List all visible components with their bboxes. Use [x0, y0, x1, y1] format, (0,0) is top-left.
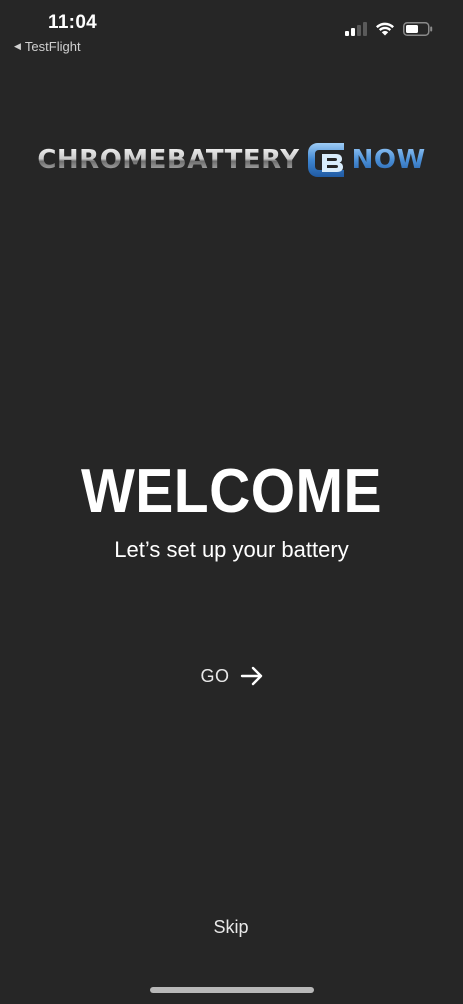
- status-time: 11:04: [48, 12, 98, 33]
- welcome-title: WELCOME: [80, 457, 383, 526]
- status-icons: [345, 22, 433, 36]
- chromebattery-now-logo: CHROMEBATTERY NOW: [0, 128, 463, 192]
- welcome-screen: 11:04 ◀ TestFlight CHROMEBATTERY NOW WEL…: [0, 0, 463, 1004]
- go-label: GO: [200, 665, 230, 686]
- battery-icon: [403, 22, 433, 36]
- arrow-right-icon: [240, 666, 262, 686]
- go-button[interactable]: GO: [186, 656, 278, 696]
- back-app-label: TestFlight: [24, 39, 81, 54]
- skip-button[interactable]: Skip: [191, 910, 271, 944]
- status-bar: 11:04 ◀ TestFlight: [0, 0, 463, 60]
- home-indicator[interactable]: [150, 987, 314, 993]
- logo-now-text: NOW: [351, 145, 426, 175]
- welcome-subtitle: Let’s set up your battery: [114, 537, 349, 562]
- back-to-app-link[interactable]: ◀ TestFlight: [14, 39, 81, 54]
- cb-logo-icon: [307, 143, 344, 177]
- wifi-icon: [376, 22, 394, 36]
- signal-icon: [345, 22, 367, 36]
- back-arrow-icon: ◀: [14, 41, 21, 51]
- logo-chromebattery-text: CHROMEBATTERY: [37, 145, 300, 175]
